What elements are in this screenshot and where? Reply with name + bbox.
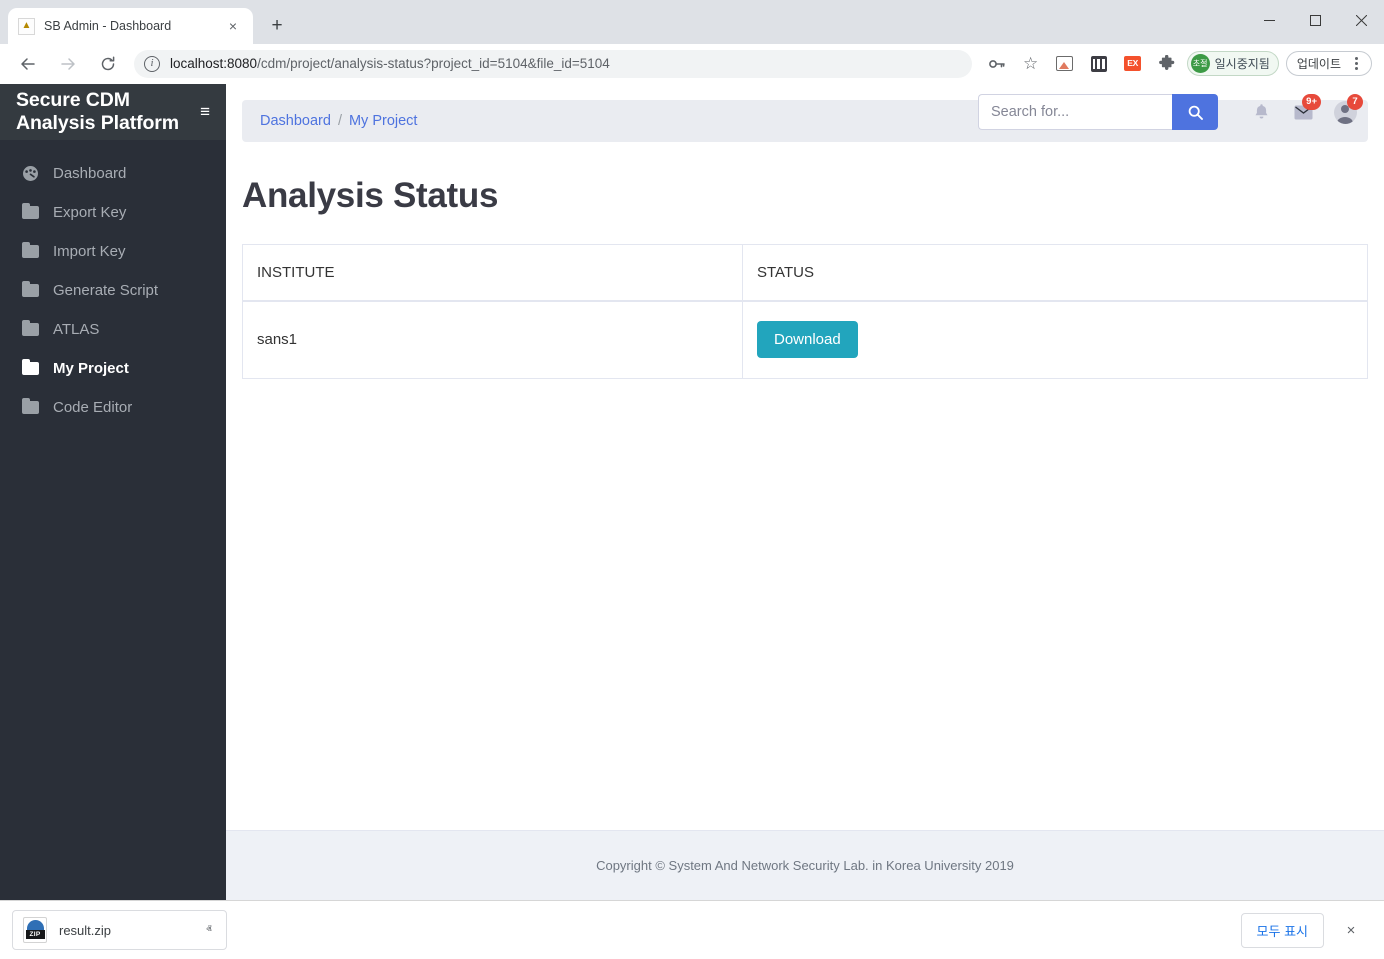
- download-file-name: result.zip: [59, 922, 112, 938]
- analysis-status-table: INSTITUTE STATUS sans1 Download: [242, 244, 1368, 379]
- page-title: Analysis Status: [242, 176, 499, 215]
- alerts-button[interactable]: [1240, 92, 1282, 132]
- search-icon: [1188, 105, 1203, 120]
- search-button[interactable]: [1172, 94, 1218, 130]
- reload-icon[interactable]: [93, 49, 123, 79]
- topbar-right: 9+ 7: [978, 84, 1384, 140]
- app-root: Secure CDM Analysis Platform ≡ Dashboard…: [0, 84, 1384, 900]
- column-header-status: STATUS: [742, 244, 1368, 302]
- content-body: Dashboard / My Project Analysis Status INS…: [226, 84, 1384, 830]
- folder-icon: [22, 281, 44, 297]
- window-controls: [1246, 0, 1384, 40]
- table-body: sans1 Download: [242, 301, 1368, 379]
- folder-icon: [22, 320, 44, 336]
- search-input[interactable]: [978, 94, 1172, 130]
- bookmark-star-icon[interactable]: ☆: [1017, 50, 1045, 78]
- sidebar-item-dashboard[interactable]: Dashboard: [0, 154, 226, 193]
- table-row: sans1 Download: [242, 301, 1368, 379]
- copyright-text: Copyright © System And Network Security …: [596, 858, 1014, 873]
- kebab-menu-icon[interactable]: [1345, 56, 1367, 72]
- cell-institute: sans1: [242, 301, 743, 379]
- update-pill-label: 업데이트: [1296, 57, 1341, 71]
- folder-icon: [22, 398, 44, 414]
- sidebar-item-label: ATLAS: [53, 321, 100, 338]
- new-tab-button[interactable]: +: [263, 12, 291, 40]
- status-pill-label: 일시중지됨: [1214, 57, 1270, 71]
- browser-tab[interactable]: ▲ SB Admin - Dashboard ×: [8, 8, 253, 44]
- download-item[interactable]: ZIP result.zip ⱏ: [12, 910, 227, 950]
- user-button[interactable]: 7: [1324, 92, 1366, 132]
- tachometer-icon: [22, 165, 44, 182]
- url-text: localhost:8080/cdm/project/analysis-stat…: [170, 56, 610, 71]
- table-head: INSTITUTE STATUS: [242, 244, 1368, 302]
- image-extension-icon[interactable]: [1051, 50, 1079, 78]
- forward-icon[interactable]: [53, 49, 83, 79]
- folder-icon: [22, 242, 44, 258]
- sidebar-item-label: Dashboard: [53, 165, 127, 182]
- url-path: /cdm/project/analysis-status?project_id=…: [257, 56, 610, 71]
- show-all-downloads-button[interactable]: 모두 표시: [1240, 912, 1324, 948]
- sidebar-item-export-key[interactable]: Export Key: [0, 193, 226, 232]
- breadcrumb-item-my-project[interactable]: My Project: [349, 113, 418, 129]
- close-window-icon[interactable]: [1338, 0, 1384, 40]
- maximize-icon[interactable]: [1292, 0, 1338, 40]
- address-bar[interactable]: i localhost:8080/cdm/project/analysis-st…: [134, 49, 972, 78]
- sidebar-item-label: Export Key: [53, 204, 127, 221]
- main-content: Dashboard / My Project Analysis Status INS…: [226, 84, 1384, 900]
- cell-status: Download: [742, 301, 1368, 379]
- browser-toolbar: i localhost:8080/cdm/project/analysis-st…: [0, 44, 1384, 84]
- brand-title: Secure CDM Analysis Platform: [16, 89, 180, 134]
- reader-extension-icon[interactable]: [1085, 50, 1113, 78]
- folder-icon: [22, 203, 44, 219]
- sidebar-item-my-project[interactable]: My Project: [0, 349, 226, 388]
- sidebar: Secure CDM Analysis Platform ≡ Dashboard…: [0, 84, 226, 900]
- back-icon[interactable]: [13, 49, 43, 79]
- site-favicon: ▲: [18, 17, 35, 35]
- folder-open-icon: [22, 359, 44, 375]
- sidebar-item-label: Generate Script: [53, 282, 159, 299]
- site-info-icon[interactable]: i: [144, 55, 160, 72]
- table-header-row: INSTITUTE STATUS: [242, 244, 1368, 302]
- status-pill[interactable]: 초절 일시중지됨: [1186, 51, 1279, 76]
- download-button[interactable]: Download: [757, 321, 858, 359]
- brand[interactable]: Secure CDM Analysis Platform ≡: [0, 84, 226, 140]
- puzzle-icon[interactable]: [1153, 50, 1181, 78]
- url-host: localhost:8080: [170, 56, 258, 71]
- breadcrumb-item-dashboard[interactable]: Dashboard: [260, 113, 331, 129]
- ex-extension-icon[interactable]: EX: [1119, 50, 1147, 78]
- browser-window: ▲ SB Admin - Dashboard × + i localhost:8…: [0, 0, 1384, 959]
- search-form: [978, 94, 1218, 130]
- chevron-up-icon[interactable]: ⱏ: [198, 924, 220, 937]
- messages-badge: 9+: [1302, 94, 1321, 110]
- minimize-icon[interactable]: [1246, 0, 1292, 40]
- downloads-bar: ZIP result.zip ⱏ 모두 표시 ×: [0, 900, 1384, 959]
- hamburger-icon[interactable]: ≡: [200, 102, 210, 122]
- page-footer: Copyright © System And Network Security …: [226, 830, 1384, 900]
- sidebar-item-label: My Project: [53, 360, 129, 377]
- key-icon[interactable]: [983, 50, 1011, 78]
- sidebar-item-label: Code Editor: [53, 399, 133, 416]
- bell-icon: [1255, 104, 1267, 119]
- messages-button[interactable]: 9+: [1282, 92, 1324, 132]
- sidebar-nav: Dashboard Export Key Import Key Generate…: [0, 140, 226, 427]
- ex-extension-label: EX: [1124, 56, 1142, 71]
- sidebar-item-label: Import Key: [53, 243, 126, 260]
- status-pill-badge: 초절: [1190, 54, 1210, 73]
- close-icon[interactable]: ×: [223, 16, 243, 36]
- close-downloads-icon[interactable]: ×: [1338, 917, 1364, 943]
- column-header-institute: INSTITUTE: [242, 244, 743, 302]
- user-badge: 7: [1347, 94, 1363, 110]
- page-viewport: Secure CDM Analysis Platform ≡ Dashboard…: [0, 84, 1384, 959]
- browser-titlebar: ▲ SB Admin - Dashboard × +: [0, 0, 1384, 44]
- update-pill[interactable]: 업데이트: [1285, 51, 1372, 76]
- downloads-actions: 모두 표시 ×: [1240, 912, 1372, 948]
- sidebar-item-atlas[interactable]: ATLAS: [0, 310, 226, 349]
- tab-title: SB Admin - Dashboard: [44, 19, 172, 33]
- breadcrumb-separator: /: [337, 113, 342, 129]
- zip-file-icon: ZIP: [23, 917, 47, 943]
- sidebar-item-generate-script[interactable]: Generate Script: [0, 271, 226, 310]
- sidebar-item-code-editor[interactable]: Code Editor: [0, 388, 226, 427]
- sidebar-item-import-key[interactable]: Import Key: [0, 232, 226, 271]
